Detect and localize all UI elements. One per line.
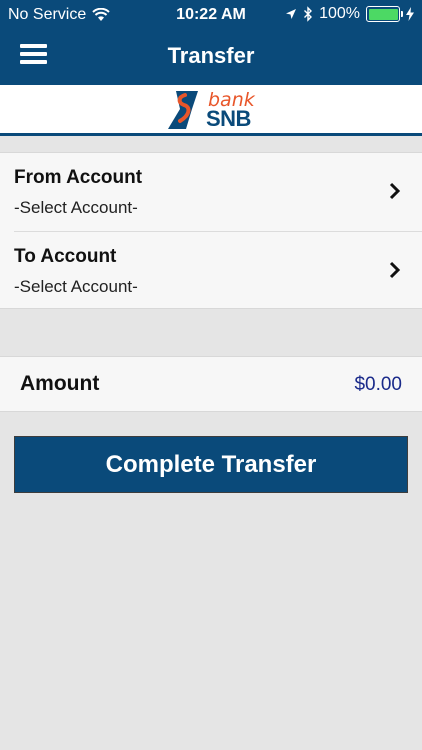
charging-icon: [406, 7, 414, 21]
amount-label: Amount: [20, 372, 100, 395]
location-arrow-icon: [286, 9, 297, 19]
status-bar: No Service 10:22 AM 100%: [0, 0, 422, 30]
to-account-label: To Account: [14, 246, 117, 267]
complete-transfer-button[interactable]: Complete Transfer: [14, 436, 408, 493]
to-account-row[interactable]: To Account -Select Account-: [0, 232, 422, 310]
from-account-value: -Select Account-: [14, 198, 138, 217]
top-bar: No Service 10:22 AM 100% Transfer: [0, 0, 422, 85]
nav-bar: Transfer: [0, 30, 422, 85]
battery-percent: 100%: [319, 5, 360, 22]
battery-icon: [366, 6, 403, 22]
accounts-section: From Account -Select Account- To Account…: [0, 152, 422, 309]
bluetooth-icon: [304, 6, 313, 22]
amount-row[interactable]: Amount $0.00: [0, 356, 422, 412]
logo-snb-text: SNB: [206, 106, 251, 131]
status-right: 100%: [285, 5, 414, 23]
from-account-row[interactable]: From Account -Select Account-: [0, 153, 422, 232]
snb-logo-mark: [168, 91, 198, 129]
to-account-value: -Select Account-: [14, 277, 138, 296]
bank-logo: bank SNB: [166, 89, 258, 131]
page-title: Transfer: [167, 43, 255, 68]
chevron-right-icon: [389, 261, 401, 279]
battery-fill: [368, 8, 398, 20]
amount-value[interactable]: $0.00: [354, 374, 402, 396]
chevron-right-icon: [389, 182, 401, 200]
from-account-label: From Account: [14, 167, 143, 188]
logo-bar: bank SNB: [0, 85, 422, 136]
